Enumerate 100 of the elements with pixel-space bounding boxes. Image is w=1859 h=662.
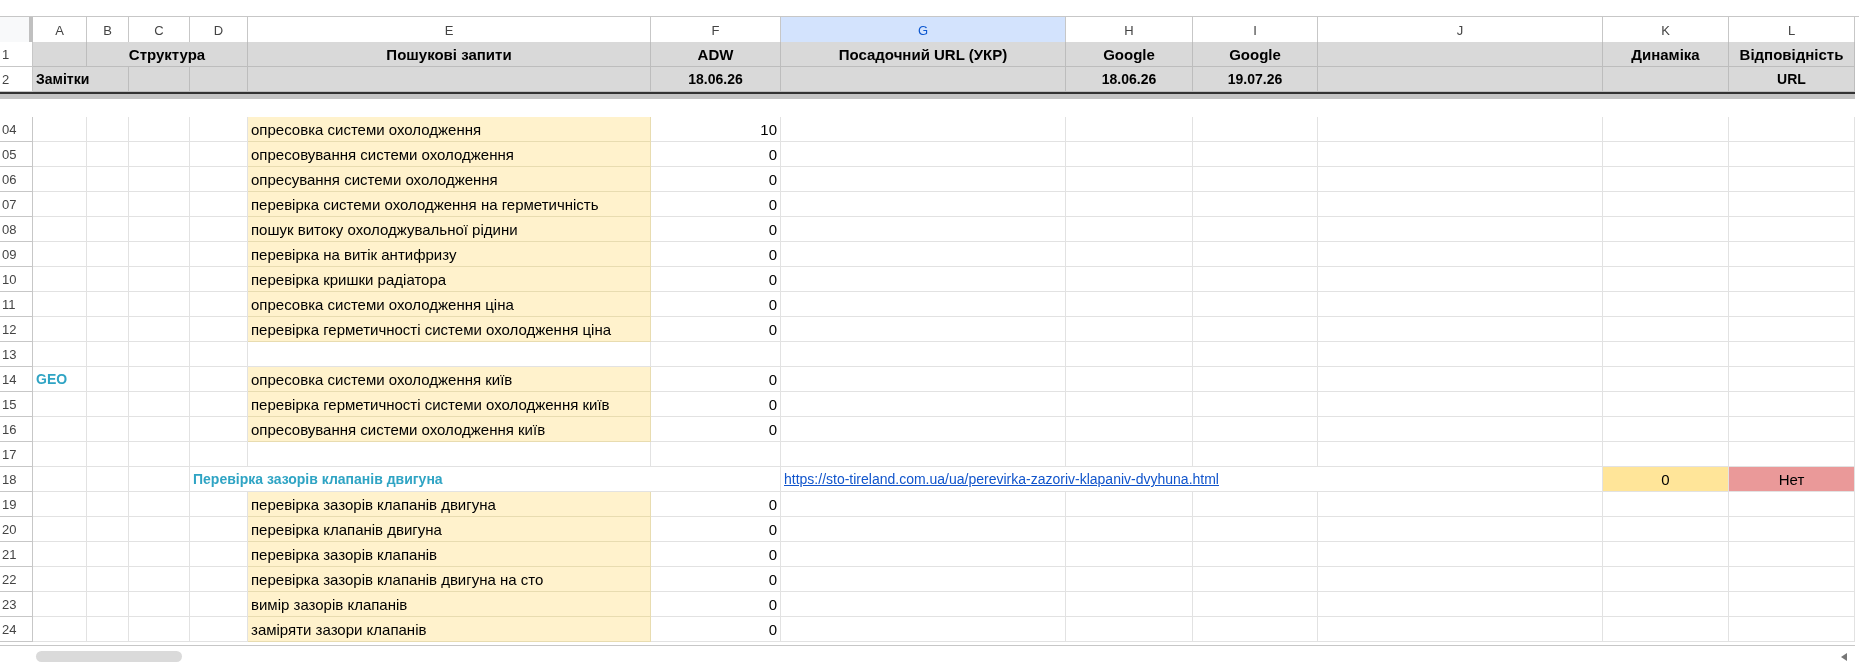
row-number[interactable]: 10 — [0, 267, 33, 292]
table-cell — [129, 492, 190, 517]
table-cell: 0 — [651, 367, 781, 392]
table-cell — [87, 567, 129, 592]
table-cell — [87, 342, 129, 367]
table-cell: перевірка герметичності системи охолодження ціна — [248, 317, 651, 342]
table-cell: перевірка зазорів клапанів двигуна — [248, 492, 651, 517]
table-cell — [87, 292, 129, 317]
row-number[interactable]: 05 — [0, 142, 33, 167]
table-cell — [33, 542, 87, 567]
row-number[interactable]: 2 — [0, 67, 33, 92]
table-cell: пошук витоку охолоджувальної рідини — [248, 217, 651, 242]
table-cell: 0 — [651, 617, 781, 642]
table-cell — [33, 192, 87, 217]
row-number[interactable]: 15 — [0, 392, 33, 417]
row-number[interactable]: 12 — [0, 317, 33, 342]
header-cell: Пошукові запити — [248, 42, 651, 67]
table-cell: перевірка клапанів двигуна — [248, 517, 651, 542]
table-cell — [129, 342, 190, 367]
row-number[interactable]: 24 — [0, 617, 33, 642]
table-cell: перевірка зазорів клапанів — [248, 542, 651, 567]
row-number[interactable]: 19 — [0, 492, 33, 517]
header-cell: Посадочний URL (УКР) — [781, 42, 1066, 67]
table-cell: опресовка системи охолодження ціна — [248, 292, 651, 317]
table-cell: 0 — [651, 417, 781, 442]
table-cell: 0 — [651, 592, 781, 617]
table-cell — [87, 242, 129, 267]
table-cell: вимір зазорів клапанів — [248, 592, 651, 617]
row-number[interactable]: 16 — [0, 417, 33, 442]
table-cell: опресування системи охолодження — [248, 167, 651, 192]
header-cell: Відповідність — [1729, 42, 1855, 67]
table-cell — [87, 617, 129, 642]
table-cell: Нет — [1729, 467, 1855, 492]
table-cell — [129, 517, 190, 542]
table-cell: заміряти зазори клапанів — [248, 617, 651, 642]
table-cell: 0 — [651, 142, 781, 167]
table-cell: 0 — [651, 492, 781, 517]
table-cell — [87, 542, 129, 567]
scroll-left-icon[interactable] — [1841, 653, 1847, 661]
table-cell: 0 — [651, 242, 781, 267]
row-number[interactable]: 17 — [0, 442, 33, 467]
table-cell: перевірка системи охолодження на герметичність — [248, 192, 651, 217]
table-cell — [129, 192, 190, 217]
row-number[interactable]: 23 — [0, 592, 33, 617]
table-cell — [129, 617, 190, 642]
horizontal-scrollbar[interactable] — [0, 645, 1855, 662]
row-number[interactable]: 04 — [0, 117, 33, 142]
table-cell — [190, 342, 248, 367]
row-number[interactable]: 22 — [0, 567, 33, 592]
table-cell — [33, 392, 87, 417]
table-cell: перевірка зазорів клапанів двигуна на сто — [248, 567, 651, 592]
table-cell — [87, 517, 129, 542]
header-cell: URL — [1729, 67, 1855, 92]
table-cell — [33, 317, 87, 342]
table-cell — [33, 292, 87, 317]
table-cell — [129, 242, 190, 267]
table-cell: 0 — [651, 192, 781, 217]
table-cell: 0 — [1603, 467, 1729, 492]
select-all-corner[interactable] — [0, 17, 33, 45]
table-cell: опресовка системи охолодження київ — [248, 367, 651, 392]
table-cell — [129, 117, 190, 142]
header-cell: 18.06.26 — [1066, 67, 1193, 92]
row-number[interactable]: 14 — [0, 367, 33, 392]
row-number[interactable]: 06 — [0, 167, 33, 192]
row-number[interactable]: 1 — [0, 42, 33, 67]
table-cell — [129, 442, 190, 467]
table-cell — [129, 592, 190, 617]
row-number[interactable]: 07 — [0, 192, 33, 217]
table-cell: перевірка на витік антифризу — [248, 242, 651, 267]
row-number[interactable]: 18 — [0, 467, 33, 492]
header-cell: Замітки — [33, 67, 129, 92]
table-cell — [87, 267, 129, 292]
column-header[interactable]: G — [781, 17, 1066, 45]
table-cell — [33, 267, 87, 292]
row-number[interactable]: 11 — [0, 292, 33, 317]
table-cell — [129, 542, 190, 567]
table-cell — [129, 267, 190, 292]
row-number[interactable]: 08 — [0, 217, 33, 242]
table-cell: перевірка кришки радіатора — [248, 267, 651, 292]
table-cell — [129, 217, 190, 242]
row-number[interactable]: 20 — [0, 517, 33, 542]
scrollbar-thumb[interactable] — [36, 651, 182, 662]
table-cell: 0 — [651, 267, 781, 292]
table-cell — [33, 567, 87, 592]
table-cell — [33, 242, 87, 267]
row-number[interactable]: 09 — [0, 242, 33, 267]
table-cell — [87, 142, 129, 167]
table-cell — [33, 167, 87, 192]
header-cell: Структура — [87, 42, 248, 67]
table-cell — [33, 217, 87, 242]
row-number[interactable]: 21 — [0, 542, 33, 567]
table-cell — [87, 442, 129, 467]
table-cell — [33, 442, 87, 467]
table-cell — [33, 517, 87, 542]
row-number[interactable]: 13 — [0, 342, 33, 367]
table-cell — [33, 142, 87, 167]
table-cell — [129, 167, 190, 192]
url-link[interactable]: https://sto-tireland.com.ua/ua/perevirka-zazoriv-klapaniv-dvyhuna.html — [784, 471, 1219, 487]
header-cell — [33, 42, 87, 67]
table-cell: перевірка герметичності системи охолодження київ — [248, 392, 651, 417]
